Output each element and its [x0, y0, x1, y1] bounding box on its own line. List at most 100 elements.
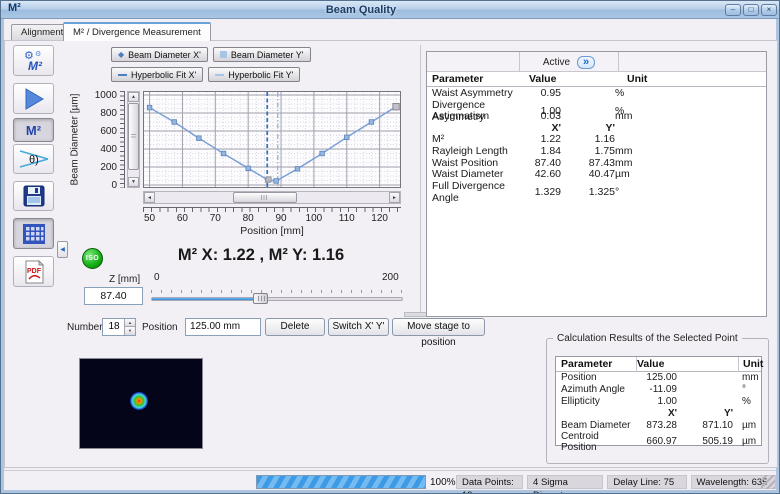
table-cell: 0.95	[540, 87, 561, 99]
m2-icon: M²	[25, 122, 42, 138]
scroll-right-icon[interactable]: ►	[389, 192, 400, 203]
plot-svg[interactable]	[143, 91, 401, 188]
stepper-down-icon[interactable]: ▼	[124, 327, 135, 335]
status-segment: Data Points: 19	[456, 475, 524, 493]
table-row: Astigmatism 0.03 mm	[427, 110, 766, 122]
grid-view-button[interactable]	[13, 218, 54, 249]
table-row: Waist Asymmetry 0.95%	[427, 87, 766, 99]
stepper-up-icon[interactable]: ▲	[124, 319, 135, 327]
table-row: Waist Position 87.40 87.43 mm	[427, 157, 766, 169]
table-cell: Astigmatism	[432, 110, 490, 123]
table-row: X' Y'	[556, 407, 761, 419]
switch-xy-button[interactable]: Switch X' Y'	[328, 318, 389, 336]
run-measurement-button[interactable]	[13, 83, 54, 114]
table-cell: 871.10	[702, 419, 733, 431]
table-cell: Waist Diameter	[432, 168, 504, 181]
beam-profile-image	[79, 358, 203, 449]
vertical-scroll-thumb[interactable]	[128, 103, 139, 170]
calc-results-table: Parameter Value Unit Position 125.00 mm Azi…	[555, 356, 763, 453]
slider-track[interactable]	[151, 297, 403, 301]
table-cell: 1.329	[534, 185, 561, 198]
m2-result-text: M² X: 1.22 , M² Y: 1.16	[177, 246, 345, 264]
table-row: X' Y'	[427, 122, 766, 134]
calc-results-title: Calculation Results of the Selected Poin…	[553, 333, 742, 344]
x-tick-label: 120	[371, 213, 388, 224]
svg-text:⚙: ⚙	[35, 50, 41, 58]
horizontal-scroll-thumb[interactable]	[233, 192, 297, 203]
active-tab-label: Active	[542, 56, 571, 68]
maximize-button[interactable]: □	[743, 4, 759, 16]
table-cell: -11.09	[649, 384, 677, 396]
minimize-button[interactable]: –	[725, 4, 741, 16]
y-axis-ruler	[120, 91, 125, 188]
x-tick-label: 110	[338, 213, 355, 224]
y-tick-label: 0	[111, 180, 117, 191]
z-value-field[interactable]: 87.40	[84, 287, 143, 305]
m2-settings-button[interactable]: ⚙ ⚙ M²	[13, 45, 54, 76]
table-cell: Rayleigh Length	[432, 144, 508, 157]
beam-quality-window: M² Beam Quality – □ × Alignment M² / Div…	[0, 0, 780, 494]
y-tick-labels: 0 200 400 600 800 1000	[89, 90, 117, 191]
table-row: Rayleigh Length 1.84 1.75 mm	[427, 145, 766, 157]
y-axis-title: Beam Diameter [µm]	[69, 93, 81, 186]
column-header: Value	[529, 73, 557, 85]
resize-grip-icon[interactable]	[761, 475, 775, 489]
tab-m2-divergence-measurement[interactable]: M² / Divergence Measurement	[63, 22, 211, 41]
legend-button[interactable]: Beam Diameter Y'	[212, 47, 311, 62]
horizontal-scrollbar[interactable]: ◄ ►	[143, 191, 401, 204]
title-bar[interactable]: M² Beam Quality – □ ×	[1, 1, 779, 19]
divergence-mode-button[interactable]: θ)	[13, 144, 54, 174]
scroll-left-icon[interactable]: ◄	[144, 192, 155, 203]
x-tick-label: 90	[275, 213, 287, 224]
table-cell: Ellipticity	[561, 395, 600, 407]
x-tick-label: 50	[144, 213, 156, 224]
table-cell: °	[742, 384, 746, 396]
close-button[interactable]: ×	[761, 4, 777, 16]
table-cell: µm	[615, 168, 630, 181]
position-label: Position	[142, 322, 178, 333]
status-bar: 100% Data Points: 194 Sigma DiameterDela…	[4, 470, 776, 493]
export-pdf-button[interactable]: PDF	[13, 256, 54, 287]
calc-results-panel: Calculation Results of the Selected Poin…	[546, 333, 769, 464]
table-cell: 40.47	[588, 168, 615, 181]
move-stage-button[interactable]: Move stage to position	[392, 318, 485, 348]
table-cell: 87.40	[534, 156, 561, 169]
grid-icon	[22, 223, 45, 244]
position-field[interactable]: 125.00 mm	[185, 318, 261, 336]
legend-marker-icon: ◆	[118, 49, 125, 59]
column-header: Parameter	[561, 357, 637, 372]
scroll-down-icon[interactable]: ▼	[128, 177, 139, 187]
number-value[interactable]: 18	[103, 319, 125, 335]
delete-button[interactable]: Delete	[265, 318, 325, 336]
table-cell: mm	[615, 144, 633, 157]
table-cell: 125.00	[646, 372, 677, 384]
z-min-label: 0	[154, 272, 160, 283]
table-cell: 660.97	[646, 436, 677, 448]
table-cell: 1.75	[594, 144, 615, 157]
table-cell: Y'	[723, 407, 733, 419]
legend-button[interactable]: Hyperbolic Fit X'	[111, 67, 204, 82]
m2-settings-icon: ⚙ ⚙ M²	[24, 50, 43, 73]
legend-button[interactable]: ◆ Beam Diameter X'	[111, 47, 208, 62]
m2-mode-button[interactable]: M²	[13, 118, 54, 142]
active-tab[interactable]: Active »	[519, 52, 619, 72]
table-cell: 1.325	[588, 185, 615, 198]
save-button[interactable]	[13, 181, 54, 211]
table-cell: 1.16	[594, 133, 615, 146]
x-axis-title: Position [mm]	[240, 225, 304, 237]
table-row: Beam Diameter 873.28 871.10 µm	[556, 419, 761, 431]
status-segment: 4 Sigma Diameter	[527, 475, 604, 493]
number-stepper[interactable]: 18 ▲ ▼	[102, 318, 136, 336]
z-slider[interactable]	[151, 290, 403, 305]
z-max-label: 200	[382, 272, 399, 283]
y-tick-label: 800	[100, 108, 117, 119]
vertical-scrollbar[interactable]: ▲ ▼	[127, 91, 140, 188]
table-cell: mm	[615, 110, 633, 123]
table-cell: %	[615, 87, 625, 99]
collapse-sidebar-button[interactable]: ◀	[57, 241, 68, 258]
scroll-up-icon[interactable]: ▲	[128, 92, 139, 102]
slider-handle[interactable]	[253, 293, 269, 304]
legend-button[interactable]: Hyperbolic Fit Y'	[208, 67, 301, 82]
expand-chevron-button[interactable]: »	[577, 55, 596, 69]
table-cell: µm	[742, 436, 757, 448]
